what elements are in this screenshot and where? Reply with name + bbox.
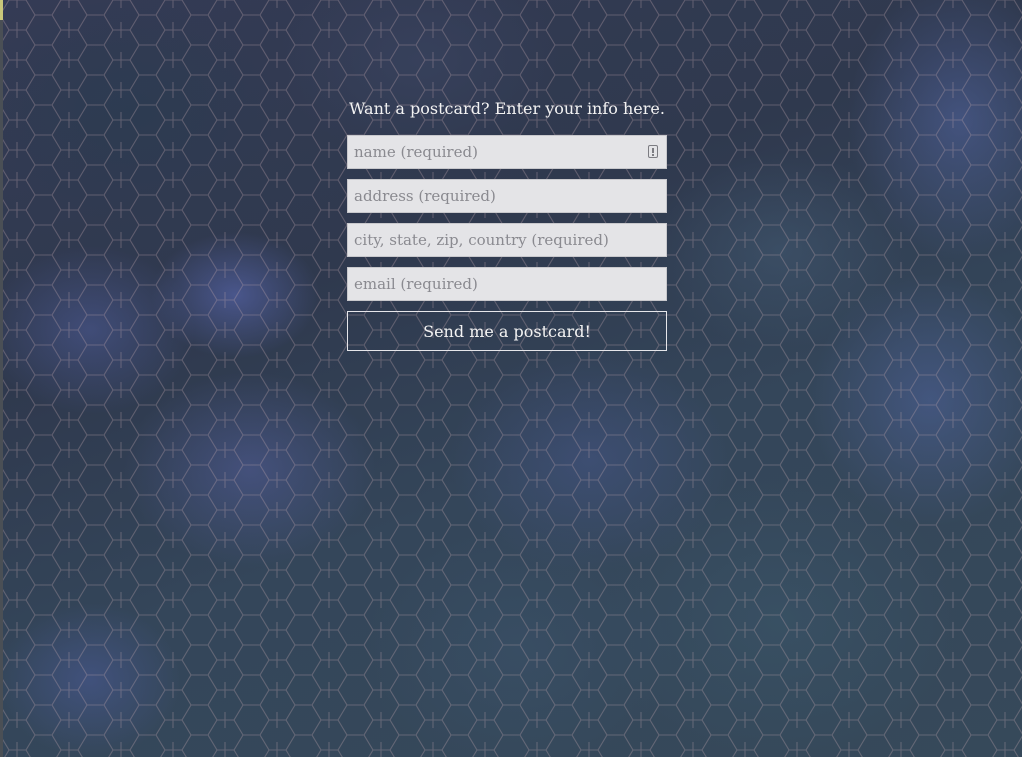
email-field-wrapper bbox=[347, 267, 667, 301]
contact-card-icon[interactable] bbox=[648, 145, 658, 158]
postcard-page: Want a postcard? Enter your info here. S… bbox=[0, 0, 1022, 757]
city-state-zip-country-input[interactable] bbox=[347, 223, 667, 257]
address-field-wrapper bbox=[347, 179, 667, 213]
name-input[interactable] bbox=[347, 135, 667, 169]
address-input[interactable] bbox=[347, 179, 667, 213]
postcard-form: Want a postcard? Enter your info here. S… bbox=[347, 94, 667, 351]
form-intro-text: Want a postcard? Enter your info here. bbox=[349, 99, 665, 118]
send-postcard-button[interactable]: Send me a postcard! bbox=[347, 311, 667, 351]
email-input[interactable] bbox=[347, 267, 667, 301]
name-field-wrapper bbox=[347, 135, 667, 169]
city-field-wrapper bbox=[347, 223, 667, 257]
window-edge bbox=[0, 0, 3, 757]
